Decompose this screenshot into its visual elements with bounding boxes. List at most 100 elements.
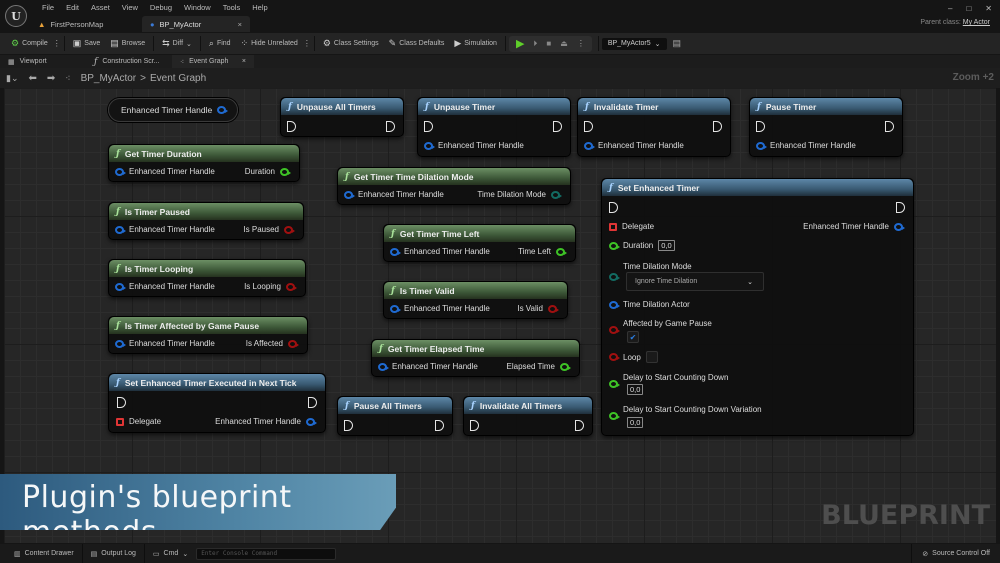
menu-tools[interactable]: Tools [217, 3, 247, 13]
menu-view[interactable]: View [116, 3, 144, 13]
struct-pin-icon[interactable] [115, 167, 126, 176]
affected-checkbox[interactable]: ✔ [627, 331, 639, 343]
node-get-timer-duration[interactable]: ƒ Get Timer Duration Enhanced Timer Handl… [108, 144, 300, 182]
save-button[interactable]: ▣ Save [68, 33, 105, 54]
node-set-enhanced-timer-next-tick[interactable]: ƒ Set Enhanced Timer Executed in Next Tic… [108, 373, 326, 433]
duration-input[interactable]: 0,0 [658, 240, 675, 251]
node-unpause-all-timers[interactable]: ƒ Unpause All Timers [280, 97, 404, 137]
delay-input[interactable]: 0,0 [627, 384, 644, 395]
menu-window[interactable]: Window [178, 3, 217, 13]
exec-in-pin-icon[interactable] [756, 121, 765, 132]
maximize-icon[interactable]: □ [966, 4, 971, 13]
exec-out-pin-icon[interactable] [896, 202, 905, 213]
browse-button[interactable]: ▤ Browse [105, 33, 150, 54]
struct-pin-icon[interactable] [217, 106, 229, 114]
exec-out-pin-icon[interactable] [553, 121, 562, 132]
exec-out-pin-icon[interactable] [885, 121, 894, 132]
exec-in-pin-icon[interactable] [344, 420, 353, 431]
node-get-timer-time-left[interactable]: ƒ Get Timer Time Left Enhanced Timer Hand… [383, 224, 576, 262]
struct-pin-icon[interactable] [390, 247, 401, 256]
console-input[interactable]: Enter Console Command [196, 547, 337, 560]
menu-asset[interactable]: Asset [85, 3, 116, 13]
struct-pin-icon[interactable] [756, 141, 767, 150]
eject-icon[interactable]: ⏏ [560, 39, 568, 48]
play-icon[interactable]: ▶ [516, 37, 524, 50]
close-icon[interactable]: × [238, 20, 242, 29]
node-is-timer-affected-by-game-pause[interactable]: ƒ Is Timer Affected by Game Pause Enhance… [108, 316, 308, 354]
tab-viewport[interactable]: ▦ Viewport [0, 55, 86, 68]
float-pin-icon[interactable] [609, 241, 620, 250]
breadcrumb-root[interactable]: BP_MyActor [81, 73, 137, 84]
float-pin-icon[interactable] [609, 412, 620, 420]
exec-out-pin-icon[interactable] [575, 420, 584, 431]
exec-out-pin-icon[interactable] [386, 121, 395, 132]
browse-debug-icon[interactable]: ▤ [673, 38, 682, 49]
diff-button[interactable]: ⇆ Diff ⌄ [157, 33, 197, 54]
bool-pin-icon[interactable] [284, 225, 295, 234]
exec-in-pin-icon[interactable] [584, 121, 593, 132]
debug-object-select[interactable]: BP_MyActor5 ⌄ [601, 37, 667, 50]
minimize-icon[interactable]: – [948, 4, 952, 13]
node-set-enhanced-timer[interactable]: ƒ Set Enhanced Timer Delegate Enhanced Ti… [601, 178, 914, 436]
exec-in-pin-icon[interactable] [424, 121, 433, 132]
step-icon[interactable]: ⏵ [533, 39, 537, 49]
struct-pin-icon[interactable] [115, 282, 126, 291]
bool-pin-icon[interactable] [288, 339, 299, 348]
struct-pin-icon[interactable] [115, 225, 126, 234]
float-pin-icon[interactable] [609, 380, 620, 388]
exec-in-pin-icon[interactable] [287, 121, 296, 132]
bool-pin-icon[interactable] [609, 326, 620, 334]
exec-in-pin-icon[interactable] [470, 420, 479, 431]
forward-arrow-icon[interactable]: ➡ [47, 73, 55, 84]
delay-variation-input[interactable]: 0,0 [627, 417, 644, 428]
struct-pin-icon[interactable] [584, 141, 595, 150]
menu-debug[interactable]: Debug [144, 3, 178, 13]
menu-file[interactable]: File [36, 3, 60, 13]
node-is-timer-looping[interactable]: ƒ Is Timer Looping Enhanced Timer Handle … [108, 259, 306, 297]
node-is-timer-valid[interactable]: ƒ Is Timer Valid Enhanced Timer Handle Is… [383, 281, 568, 319]
delegate-pin-icon[interactable] [116, 417, 124, 426]
struct-pin-icon[interactable] [115, 339, 126, 348]
bool-pin-icon[interactable] [548, 304, 559, 313]
content-drawer-button[interactable]: ▥ Content Drawer [6, 544, 83, 563]
node-get-timer-elapsed-time[interactable]: ƒ Get Timer Elapsed Time Enhanced Timer H… [371, 339, 580, 377]
unreal-logo-icon[interactable]: U [5, 5, 27, 27]
loop-checkbox[interactable] [645, 351, 658, 363]
menu-help[interactable]: Help [246, 3, 273, 13]
output-log-button[interactable]: ▤ Output Log [83, 544, 145, 563]
compile-button[interactable]: ⚙ Compile [6, 33, 53, 54]
struct-pin-icon[interactable] [306, 417, 317, 426]
struct-pin-icon[interactable] [378, 362, 389, 371]
exec-in-pin-icon[interactable] [609, 202, 618, 213]
node-get-timer-time-dilation-mode[interactable]: ƒ Get Timer Time Dilation Mode Enhanced T… [337, 167, 571, 205]
struct-pin-icon[interactable] [424, 141, 435, 150]
tab-event-graph[interactable]: ⁖ Event Graph × [172, 55, 254, 68]
stop-icon[interactable]: ■ [546, 39, 551, 48]
variable-node-enhanced-timer-handle[interactable]: Enhanced Timer Handle [108, 98, 238, 122]
float-pin-icon[interactable] [556, 247, 567, 256]
exec-out-pin-icon[interactable] [713, 121, 722, 132]
exec-out-pin-icon[interactable] [435, 420, 444, 431]
simulation-button[interactable]: ▶ Simulation [449, 33, 502, 54]
enum-pin-icon[interactable] [609, 273, 620, 281]
enum-pin-icon[interactable] [551, 190, 562, 199]
tab-construction-script[interactable]: ƒ Construction Scr... [86, 55, 172, 68]
bool-pin-icon[interactable] [609, 353, 620, 361]
node-invalidate-timer[interactable]: ƒ Invalidate Timer Enhanced Timer Handle [577, 97, 731, 157]
bool-pin-icon[interactable] [286, 282, 297, 291]
exec-out-pin-icon[interactable] [308, 397, 317, 408]
node-invalidate-all-timers[interactable]: ƒ Invalidate All Timers [463, 396, 593, 436]
hide-options-icon[interactable]: ⋮ [303, 39, 311, 48]
class-settings-button[interactable]: ⚙ Class Settings [318, 33, 384, 54]
compile-options-icon[interactable]: ⋮ [53, 39, 61, 48]
tab-first-person-map[interactable]: ▲ FirstPersonMap [30, 16, 142, 32]
cmd-select[interactable]: ▭ Cmd ⌄ Enter Console Command [145, 544, 344, 563]
class-defaults-button[interactable]: ✎ Class Defaults [384, 33, 450, 54]
delegate-pin-icon[interactable] [609, 222, 617, 231]
menu-edit[interactable]: Edit [60, 3, 85, 13]
source-control-button[interactable]: ⊘ Source Control Off [911, 544, 1000, 563]
play-options-icon[interactable]: ⋮ [577, 39, 585, 48]
close-window-icon[interactable]: ✕ [985, 4, 992, 13]
node-pause-timer[interactable]: ƒ Pause Timer Enhanced Timer Handle [749, 97, 903, 157]
struct-pin-icon[interactable] [894, 222, 905, 231]
